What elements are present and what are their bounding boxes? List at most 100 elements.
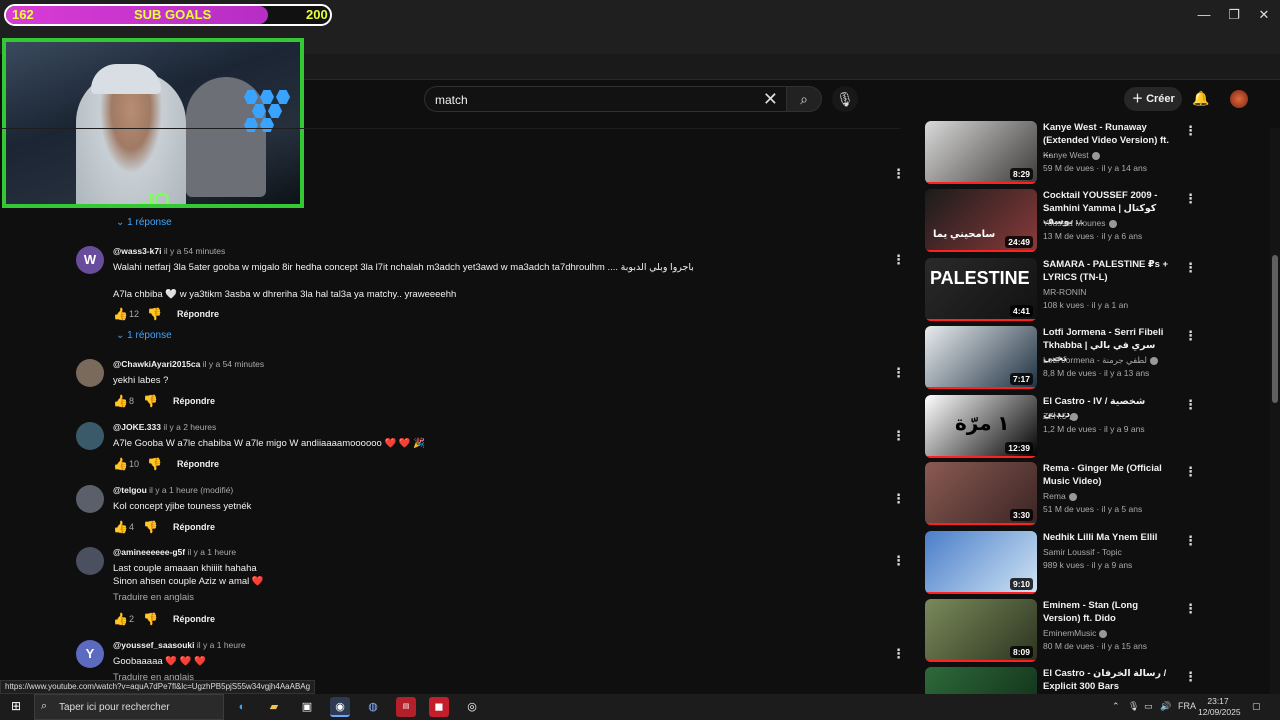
video-thumbnail[interactable]: PALESTINE 4:41: [925, 258, 1037, 321]
video-menu-icon[interactable]: ⋮: [1184, 123, 1197, 139]
comment-time[interactable]: il y a 1 heure (modifié): [149, 485, 233, 495]
video-menu-icon[interactable]: ⋮: [1184, 464, 1197, 480]
related-video[interactable]: سامحيني يما 24:49 Cocktail YOUSSEF 2009 -…: [925, 189, 1200, 253]
video-thumbnail[interactable]: 7:17: [925, 326, 1037, 389]
avatar[interactable]: W: [76, 246, 104, 274]
notifications-icon[interactable]: ▢: [1252, 701, 1261, 712]
reply-button[interactable]: Répondre: [177, 309, 219, 319]
like-icon[interactable]: 👍: [113, 520, 128, 534]
restore-button[interactable]: ❐: [1224, 6, 1244, 24]
avatar[interactable]: [76, 359, 104, 387]
related-video[interactable]: 7:17 Lotfi Jormena - Serri Fibeli Tkhabb…: [925, 326, 1200, 390]
comment-author[interactable]: @youssef_saasouki: [113, 640, 195, 650]
comment-time[interactable]: il y a 54 minutes: [164, 246, 225, 256]
reply-button[interactable]: Répondre: [173, 396, 215, 406]
translate-link[interactable]: Traduire en anglais: [113, 592, 194, 603]
video-menu-icon[interactable]: ⋮: [1184, 328, 1197, 344]
dislike-icon[interactable]: 👎: [143, 394, 158, 408]
reply-button[interactable]: Répondre: [173, 522, 215, 532]
comment-menu-icon[interactable]: ⋮: [892, 252, 905, 268]
recorder-app-icon[interactable]: ▤: [396, 697, 416, 717]
video-title[interactable]: SAMARA - PALESTINE ₽s + LYRICS (TN-L): [1043, 258, 1175, 284]
video-thumbnail[interactable]: ١ مرّة 12:39: [925, 395, 1037, 458]
video-thumbnail[interactable]: 8:09: [925, 599, 1037, 662]
comment-menu-icon[interactable]: ⋮: [892, 553, 905, 569]
comment-time[interactable]: il y a 2 heures: [163, 422, 216, 432]
comment-author[interactable]: @wass3-k7i: [113, 246, 161, 256]
video-thumbnail[interactable]: 9:10: [925, 531, 1037, 594]
video-channel[interactable]: Kanye West: [1043, 150, 1100, 160]
comment-menu-icon[interactable]: ⋮: [892, 428, 905, 444]
avatar[interactable]: Y: [76, 640, 104, 668]
video-thumbnail[interactable]: سامحيني يما 24:49: [925, 189, 1037, 252]
comment-time[interactable]: il y a 54 minutes: [203, 359, 264, 369]
like-icon[interactable]: 👍: [113, 394, 128, 408]
video-thumbnail[interactable]: [925, 667, 1037, 694]
video-menu-icon[interactable]: ⋮: [1184, 260, 1197, 276]
video-menu-icon[interactable]: ⋮: [1184, 397, 1197, 413]
windows-start-icon[interactable]: ⊞: [8, 698, 24, 714]
like-icon[interactable]: 👍: [113, 307, 128, 321]
comment-author[interactable]: @JOKE.333: [113, 422, 161, 432]
comment-author[interactable]: @amineeeeee-g5f: [113, 547, 185, 557]
video-channel[interactable]: Rema: [1043, 491, 1077, 501]
comment-author[interactable]: @ChawkiAyari2015ca: [113, 359, 200, 369]
edge-icon[interactable]: ◐: [232, 697, 252, 717]
volume-icon[interactable]: 🔊: [1160, 701, 1171, 712]
related-video[interactable]: 8:29 Kanye West - Runaway (Extended Vide…: [925, 121, 1200, 185]
bell-icon[interactable]: 🔔: [1192, 90, 1209, 107]
voice-search-button[interactable]: 🎙: [832, 86, 858, 112]
video-menu-icon[interactable]: ⋮: [1184, 191, 1197, 207]
dislike-icon[interactable]: 👎: [143, 520, 158, 534]
search-input[interactable]: match ✕: [424, 86, 786, 112]
video-title[interactable]: El Castro - رسالة الخرفان / Explicit 300…: [1043, 667, 1175, 693]
video-menu-icon[interactable]: ⋮: [1184, 601, 1197, 617]
video-thumbnail[interactable]: 8:29: [925, 121, 1037, 184]
obs-icon[interactable]: ◎: [462, 697, 482, 717]
dislike-icon[interactable]: 👎: [147, 457, 162, 471]
account-avatar[interactable]: [1230, 90, 1248, 108]
reply-button[interactable]: Répondre: [173, 614, 215, 624]
related-video[interactable]: PALESTINE 4:41 SAMARA - PALESTINE ₽s + LY…: [925, 258, 1200, 322]
related-video[interactable]: 8:09 Eminem - Stan (Long Version) ft. Di…: [925, 599, 1200, 663]
media-app-icon[interactable]: ◼: [429, 697, 449, 717]
video-title[interactable]: Nedhik Lilli Ma Ynem Ellil: [1043, 531, 1175, 544]
like-icon[interactable]: 👍: [113, 457, 128, 471]
file-explorer-icon[interactable]: ▰: [264, 697, 284, 717]
clock[interactable]: 23:17 12/09/2025: [1198, 696, 1241, 718]
create-button[interactable]: ＋ Créer: [1124, 87, 1182, 111]
reply-button[interactable]: Répondre: [177, 459, 219, 469]
replies-toggle[interactable]: ⌄ 1 réponse: [116, 330, 172, 341]
comment-author[interactable]: @telgou: [113, 485, 147, 495]
minimize-button[interactable]: —: [1194, 6, 1214, 24]
video-channel[interactable]: ZZH.5: [1043, 411, 1078, 421]
video-title[interactable]: Rema - Ginger Me (Official Music Video): [1043, 462, 1175, 488]
comment-menu-icon[interactable]: ⋮: [892, 491, 905, 507]
taskbar-search[interactable]: ⌕ Taper ici pour rechercher: [34, 694, 224, 720]
video-thumbnail[interactable]: 3:30: [925, 462, 1037, 525]
close-icon[interactable]: ✕: [763, 89, 778, 109]
scrollbar-track[interactable]: [1270, 128, 1280, 694]
related-video[interactable]: ١ مرّة 12:39 El Castro - IV شخصية / زديدن…: [925, 395, 1200, 459]
chevron-up-icon[interactable]: ⌃: [1112, 701, 1120, 712]
like-icon[interactable]: 👍: [113, 612, 128, 626]
comment-time[interactable]: il y a 1 heure: [187, 547, 236, 557]
address-bar[interactable]: [300, 54, 1280, 80]
video-channel[interactable]: MR-RONIN: [1043, 287, 1086, 297]
chrome-icon[interactable]: ◉: [330, 697, 350, 717]
search-button[interactable]: ⌕: [786, 86, 822, 112]
dislike-icon[interactable]: 👎: [147, 307, 162, 321]
video-menu-icon[interactable]: ⋮: [1184, 533, 1197, 549]
avatar[interactable]: [76, 485, 104, 513]
scrollbar-thumb[interactable]: [1272, 255, 1278, 403]
close-window-button[interactable]: ✕: [1254, 6, 1274, 24]
comment-menu-icon[interactable]: ⋮: [892, 646, 905, 662]
language-indicator[interactable]: FRA: [1178, 701, 1196, 711]
comment-menu-icon[interactable]: ⋮: [892, 166, 905, 182]
related-video[interactable]: El Castro - رسالة الخرفان / Explicit 300…: [925, 667, 1200, 694]
dislike-icon[interactable]: 👎: [143, 612, 158, 626]
related-video[interactable]: 3:30 Rema - Ginger Me (Official Music Vi…: [925, 462, 1200, 526]
discord-icon[interactable]: ◍: [363, 697, 383, 717]
video-channel[interactable]: Samir Loussif - Topic: [1043, 547, 1122, 557]
video-channel[interactable]: Lotfi Jormena - لطفي جرمنة: [1043, 355, 1158, 366]
